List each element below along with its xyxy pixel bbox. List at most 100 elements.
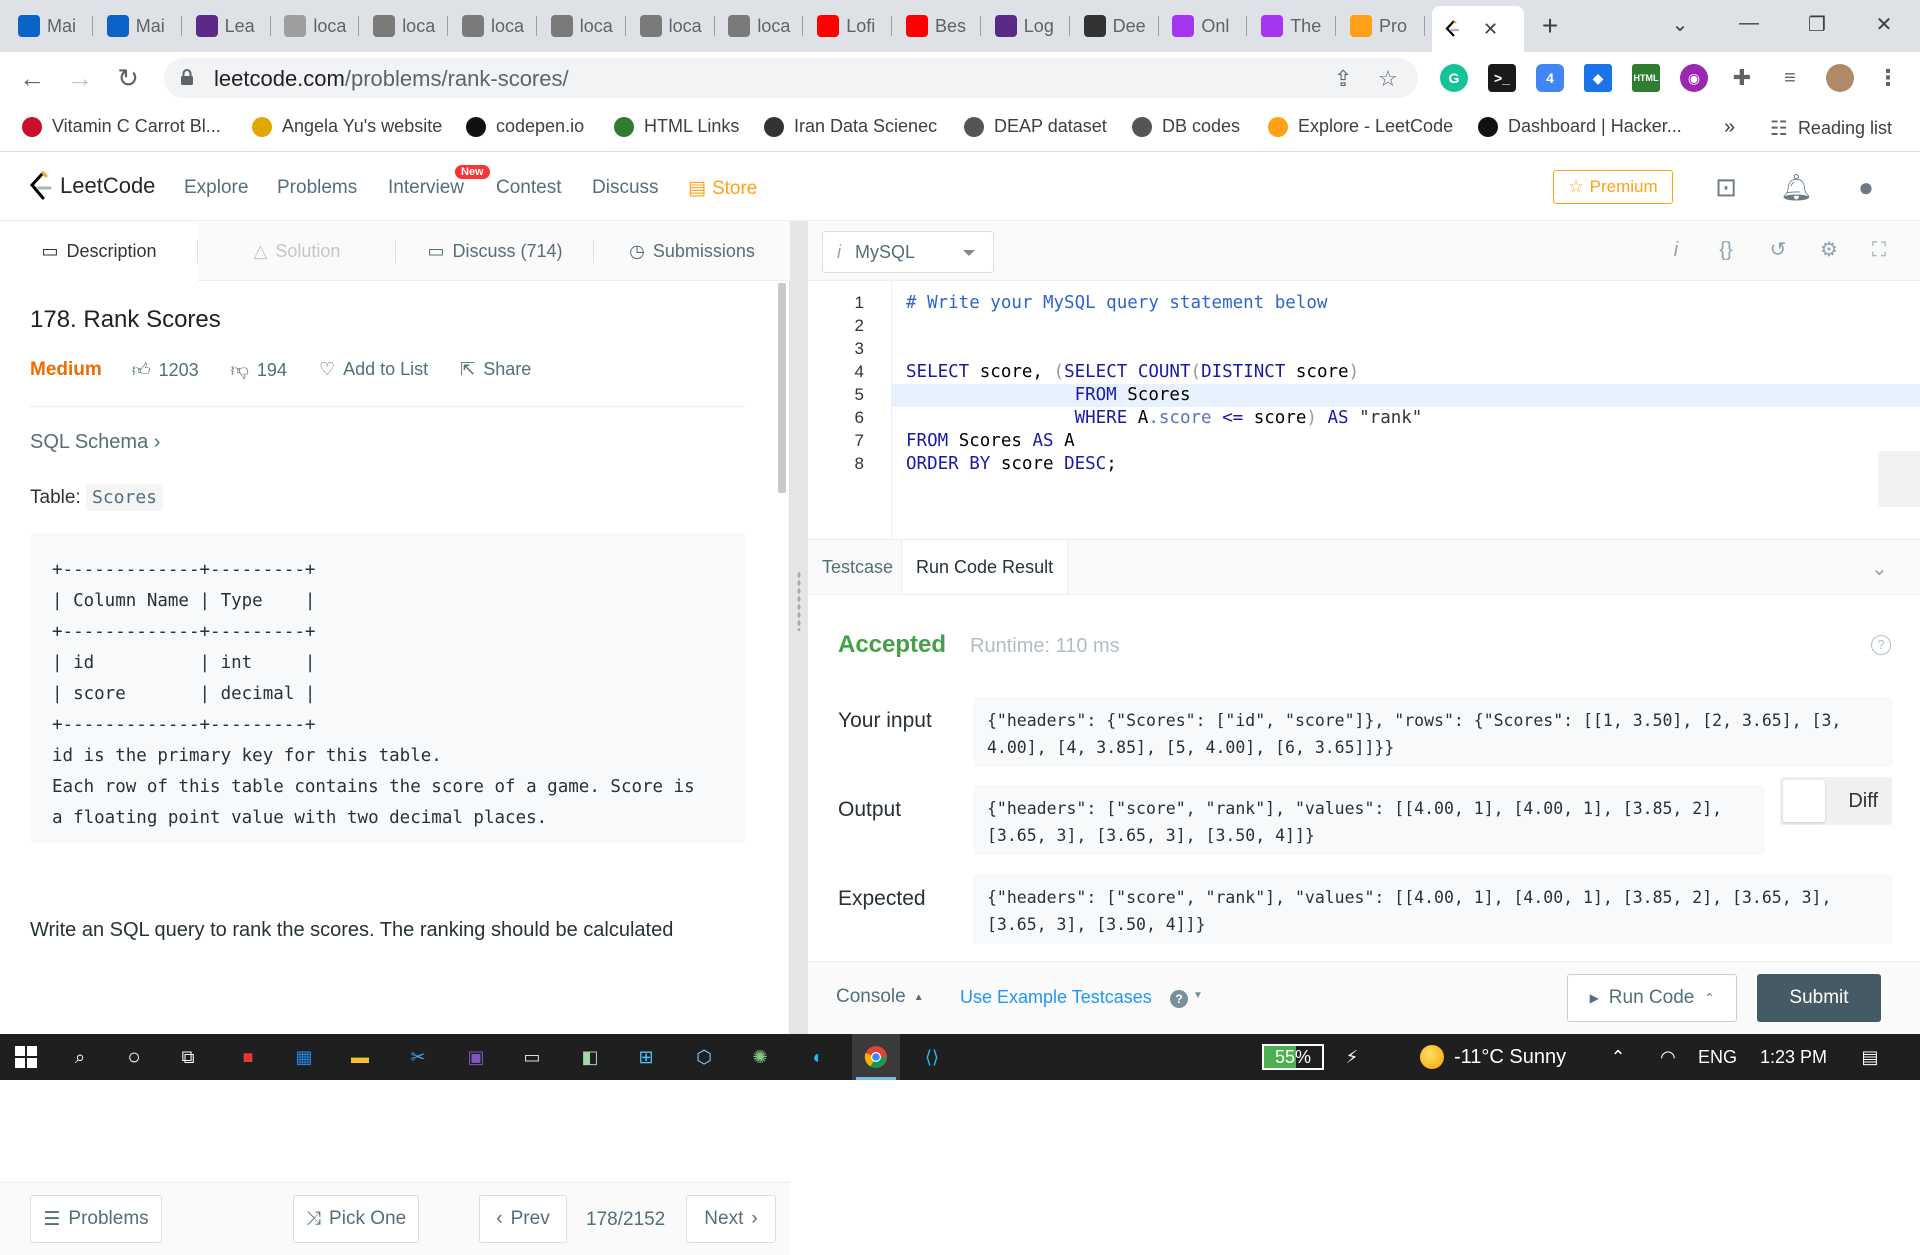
tab-submissions[interactable]: ◷ Submissions [594, 221, 790, 281]
notifications-icon[interactable]: ▤ [1856, 1043, 1884, 1071]
tab-description[interactable]: ▭ Description [0, 221, 198, 281]
help-icon[interactable]: ? [1871, 635, 1891, 655]
problems-list-button[interactable]: ☰ Problems [30, 1195, 162, 1243]
wifi-icon[interactable]: ◠ [1654, 1043, 1682, 1071]
weather-widget[interactable]: -11°C Sunny [1420, 1045, 1566, 1069]
add-to-list-button[interactable]: ♡ Add to List [319, 359, 428, 380]
back-icon[interactable]: ← [16, 62, 48, 94]
reading-queue-icon[interactable]: ≡ [1776, 64, 1804, 92]
reload-icon[interactable]: ↻ [112, 62, 144, 94]
dislike-button[interactable]: 👎︎ 194 [231, 359, 287, 381]
battery-indicator[interactable]: 55% [1262, 1044, 1324, 1070]
left-scrollbar[interactable] [778, 283, 786, 493]
bookmark-item[interactable]: Iran Data Scienec [764, 116, 937, 137]
user-avatar-icon[interactable]: ● [1850, 171, 1882, 203]
pick-one-button[interactable]: ⤨ Pick One [293, 1195, 419, 1243]
close-window-icon[interactable]: ✕ [1870, 12, 1898, 37]
bookmark-item[interactable]: DB codes [1132, 116, 1240, 137]
address-bar[interactable]: leetcode.com/problems/rank-scores/ ⇪ ☆ [164, 58, 1418, 98]
panel-splitter[interactable] [790, 221, 808, 1034]
url-text[interactable]: leetcode.com/problems/rank-scores/ [214, 66, 569, 92]
calendar-app-icon[interactable]: ▦ [290, 1043, 318, 1071]
grammarly-icon[interactable]: G [1440, 64, 1468, 92]
notification-bell-icon[interactable]: 🔔︎ [1780, 171, 1813, 203]
browser-tab[interactable]: Mai [8, 8, 93, 44]
browser-tab[interactable]: Pro [1340, 8, 1425, 44]
bookmark-item[interactable]: Angela Yu's website [252, 116, 442, 137]
nav-discuss[interactable]: Discuss [592, 177, 659, 199]
edge-browser-icon[interactable]: ◐ [804, 1043, 832, 1071]
forward-icon[interactable]: → [64, 62, 96, 94]
mail-app-icon[interactable]: ■ [234, 1043, 262, 1071]
share-button[interactable]: ⇱ Share [460, 359, 531, 380]
nav-explore[interactable]: Explore [184, 177, 248, 199]
bookmark-item[interactable]: codepen.io [466, 116, 584, 137]
profile-avatar[interactable] [1826, 64, 1854, 92]
browser-tab[interactable]: loca [630, 8, 715, 44]
use-example-testcases-button[interactable]: Use Example Testcases [960, 987, 1152, 1008]
bookmark-item[interactable]: HTML Links [614, 116, 739, 137]
close-tab-icon[interactable]: ✕ [1483, 19, 1498, 40]
tab-search-icon[interactable]: ⌄ [1666, 12, 1694, 37]
browser-tab[interactable]: Log [985, 8, 1070, 44]
tab-solution[interactable]: △ Solution [198, 221, 396, 281]
task-view-icon[interactable]: ⧉ [174, 1043, 202, 1071]
playground-icon[interactable]: ⊡ [1710, 171, 1742, 203]
browser-tab[interactable]: Dee [1074, 8, 1159, 44]
browser-tab[interactable]: Onl [1162, 8, 1248, 44]
new-tab-button[interactable]: + [1536, 10, 1564, 42]
chevron-down-icon[interactable]: ⌄ [1871, 556, 1888, 581]
sql-schema-link[interactable]: SQL Schema › [30, 431, 160, 454]
share-page-icon[interactable]: ⇪ [1334, 66, 1352, 92]
prev-button[interactable]: ‹ Prev [479, 1195, 567, 1243]
diff-toggle[interactable]: Diff [1780, 777, 1892, 825]
nav-problems[interactable]: Problems [277, 177, 357, 199]
restore-icon[interactable]: ❐ [1803, 12, 1831, 37]
bookmark-item[interactable]: Explore - LeetCode [1268, 116, 1453, 137]
cortana-icon[interactable]: ○ [120, 1043, 148, 1071]
like-button[interactable]: 👍︎ 1203 [132, 359, 199, 381]
windows-start-icon[interactable] [12, 1043, 40, 1071]
settings-icon[interactable]: ⚙ [1816, 237, 1842, 263]
visual-studio-icon[interactable]: ▣ [462, 1043, 490, 1071]
html-extension-icon[interactable]: HTML [1632, 64, 1660, 92]
question-icon[interactable]: ? [1170, 990, 1188, 1008]
bookmarks-overflow-button[interactable]: » [1724, 116, 1735, 139]
bookmark-star-icon[interactable]: ☆ [1378, 66, 1398, 92]
clock[interactable]: 1:23 PM [1760, 1047, 1827, 1068]
graduation-extension-icon[interactable]: ◆ [1584, 64, 1612, 92]
braces-icon[interactable]: {} [1713, 237, 1739, 263]
tray-expand-icon[interactable]: ⌃ [1604, 1043, 1632, 1071]
info-icon[interactable]: i [1663, 237, 1689, 263]
browser-tab[interactable]: Lofi [807, 8, 893, 44]
browser-tab[interactable]: The [1251, 8, 1337, 44]
vscode-icon[interactable]: ⟨⟩ [918, 1043, 946, 1071]
menu-kebab-icon[interactable]: ⋮ [1874, 64, 1902, 92]
submit-button[interactable]: Submit [1757, 974, 1881, 1022]
language-select[interactable]: i MySQL [822, 231, 994, 273]
translate-extension-icon[interactable]: 4 [1536, 64, 1564, 92]
browser-tab[interactable]: loca [363, 8, 449, 44]
3d-viewer-icon[interactable]: ⬡ [690, 1043, 718, 1071]
browser-tab[interactable]: Lea [186, 8, 271, 44]
premium-button[interactable]: ☆ Premium [1553, 170, 1673, 204]
tab-discuss[interactable]: ▭ Discuss (714) [396, 221, 594, 281]
next-button[interactable]: Next › [686, 1195, 776, 1243]
browser-tab[interactable]: loca [541, 8, 626, 44]
reset-icon[interactable]: ↺ [1765, 237, 1791, 263]
pycharm-icon[interactable]: ◧ [576, 1043, 604, 1071]
search-icon[interactable]: ⌕ [66, 1043, 94, 1071]
browser-tab-active[interactable]: ✕ [1432, 6, 1524, 52]
tab-testcase[interactable]: Testcase [808, 540, 907, 594]
fullscreen-icon[interactable]: ⛶ [1866, 237, 1892, 263]
terminal-app-icon[interactable]: ▭ [518, 1043, 546, 1071]
nav-store[interactable]: ▤ Store [688, 177, 757, 200]
bookmark-item[interactable]: Dashboard | Hacker... [1478, 116, 1682, 137]
copy-side-icon[interactable] [1878, 451, 1920, 507]
bookmark-item[interactable]: Vitamin C Carrot Bl... [22, 116, 221, 137]
snip-tool-icon[interactable]: ✂ [404, 1043, 432, 1071]
extensions-puzzle-icon[interactable]: ✚ [1728, 64, 1756, 92]
file-explorer-icon[interactable]: ▬ [346, 1043, 374, 1071]
browser-tab[interactable]: Bes [896, 8, 981, 44]
network-app-icon[interactable]: ⊞ [632, 1043, 660, 1071]
